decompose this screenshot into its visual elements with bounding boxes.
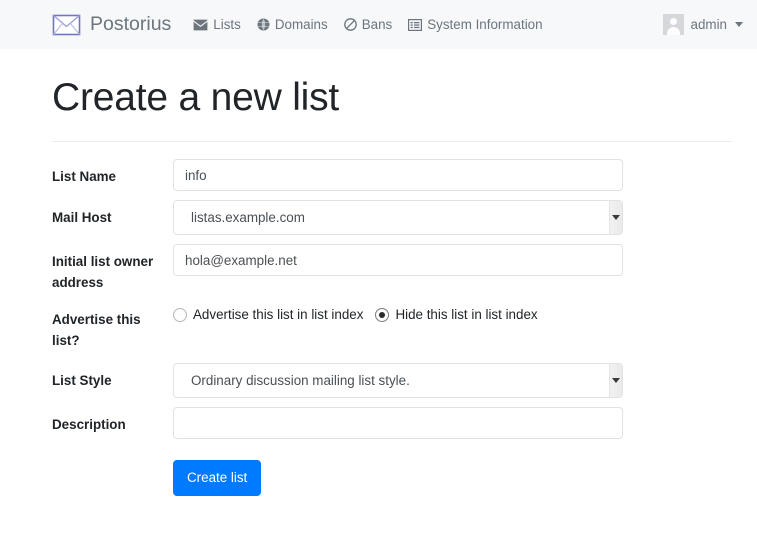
- advertise-option-hide-label: Hide this list in list index: [395, 307, 538, 323]
- advertise-label: Advertise this list?: [52, 312, 141, 349]
- form-row-owner-address: Initial list owner address: [52, 244, 745, 293]
- list-name-label: List Name: [52, 169, 116, 185]
- top-navbar: Postorius Lists Domains Bans System Info…: [0, 0, 757, 49]
- form-row-description: Description: [52, 407, 745, 440]
- caret-down-icon: [735, 22, 743, 27]
- chevron-down-icon: [612, 215, 620, 221]
- description-input[interactable]: [173, 407, 623, 440]
- form-row-list-style: List Style Ordinary discussion mailing l…: [52, 363, 745, 399]
- list-name-input[interactable]: [173, 159, 623, 192]
- list-style-select-arrow-button[interactable]: [609, 364, 622, 398]
- chevron-down-icon: [612, 378, 620, 384]
- advertise-radio-group: Advertise this list in list index Hide t…: [173, 302, 745, 322]
- brand-link[interactable]: Postorius: [52, 14, 171, 36]
- list-style-label: List Style: [52, 373, 112, 389]
- list-alt-icon: [408, 18, 423, 31]
- form-row-submit: Create list: [52, 460, 745, 497]
- list-style-control: Ordinary discussion mailing list style.: [173, 363, 745, 399]
- title-divider: [52, 141, 732, 143]
- form-row-advertise: Advertise this list? Advertise this list…: [52, 302, 745, 351]
- user-menu-dropdown[interactable]: admin: [662, 14, 743, 35]
- envelope-logo-icon: [52, 14, 81, 36]
- nav-item-bans[interactable]: Bans: [343, 17, 393, 32]
- envelope-icon: [193, 19, 208, 31]
- navbar-links: Lists Domains Bans System Information: [193, 17, 543, 32]
- main-content: Create a new list List Name Mail Host li…: [0, 75, 757, 497]
- create-list-button[interactable]: Create list: [173, 460, 262, 497]
- list-style-select-value: Ordinary discussion mailing list style.: [191, 373, 410, 389]
- description-label: Description: [52, 417, 126, 433]
- nav-item-domains-label: Domains: [274, 17, 328, 32]
- owner-address-control: [173, 244, 745, 277]
- mail-host-select[interactable]: listas.example.com: [173, 200, 623, 236]
- mail-host-label: Mail Host: [52, 210, 112, 226]
- advertise-radio-option-hide[interactable]: Hide this list in list index: [375, 307, 538, 323]
- mail-host-select-value: listas.example.com: [191, 210, 305, 226]
- form-row-mail-host: Mail Host listas.example.com: [52, 200, 745, 236]
- nav-item-system-information-label: System Information: [427, 17, 543, 32]
- nav-item-bans-label: Bans: [361, 17, 393, 32]
- submit-spacer: [52, 460, 173, 496]
- nav-item-lists-label: Lists: [213, 17, 241, 32]
- owner-address-input[interactable]: [173, 244, 623, 277]
- radio-checked-icon: [375, 307, 390, 322]
- description-control: [173, 407, 745, 440]
- nav-item-system-information[interactable]: System Information: [408, 17, 543, 32]
- navbar-right: admin: [662, 0, 743, 49]
- user-menu-label: admin: [690, 17, 727, 32]
- form-row-list-name: List Name: [52, 159, 745, 192]
- advertise-option-show-label: Advertise this list in list index: [193, 307, 364, 323]
- list-name-control: [173, 159, 745, 192]
- create-list-form: List Name Mail Host listas.example.com I…: [12, 159, 745, 497]
- ban-icon: [343, 18, 357, 31]
- mail-host-control: listas.example.com: [173, 200, 745, 236]
- advertise-radio-option-show[interactable]: Advertise this list in list index: [173, 307, 363, 322]
- mail-host-select-arrow-button[interactable]: [609, 201, 622, 235]
- user-avatar-icon: [662, 14, 684, 35]
- advertise-control: Advertise this list in list index Hide t…: [173, 302, 745, 322]
- nav-item-domains[interactable]: Domains: [257, 17, 328, 32]
- owner-address-label: Initial list owner address: [52, 254, 154, 291]
- nav-item-lists[interactable]: Lists: [193, 17, 241, 32]
- radio-unchecked-icon: [173, 307, 187, 322]
- list-style-select[interactable]: Ordinary discussion mailing list style.: [173, 363, 623, 399]
- globe-icon: [257, 18, 270, 31]
- brand-label: Postorius: [90, 12, 172, 35]
- page-title: Create a new list: [52, 76, 340, 119]
